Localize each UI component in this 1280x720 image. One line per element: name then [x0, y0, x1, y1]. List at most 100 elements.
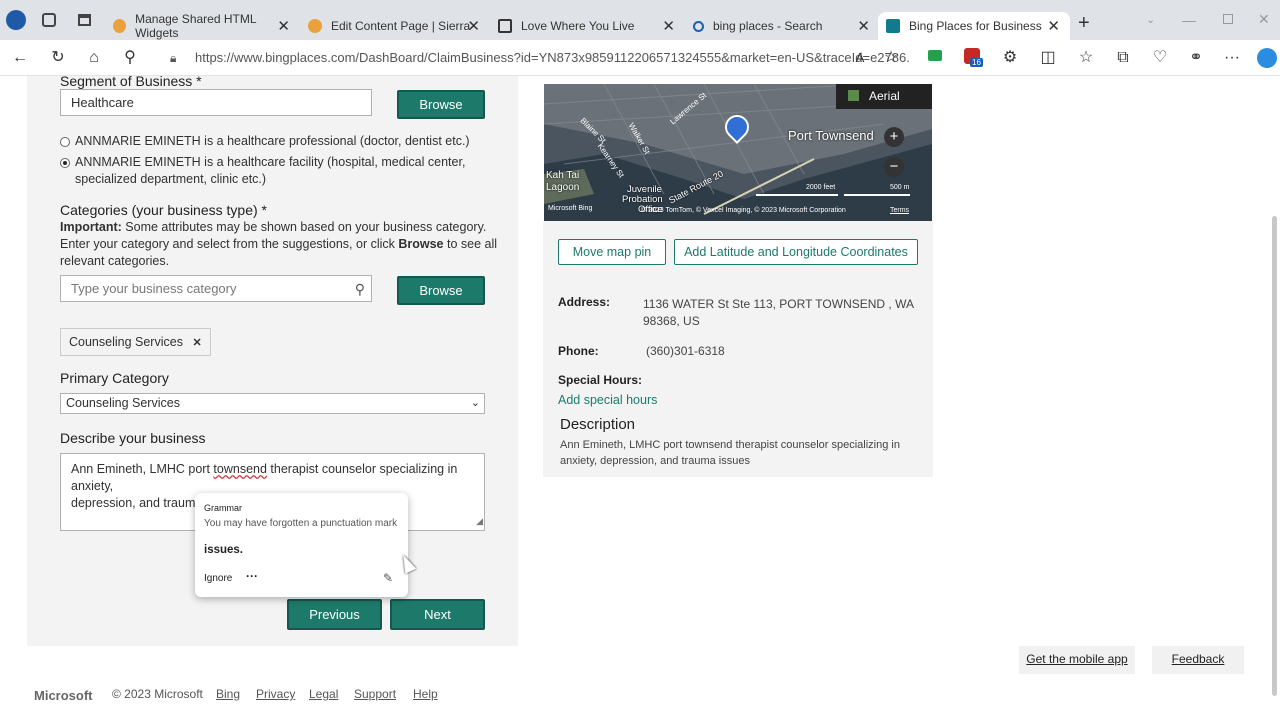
tab-dropdown-icon[interactable]: ⌄: [1146, 13, 1155, 26]
radio-professional[interactable]: [60, 137, 70, 147]
important-text: to see all: [443, 237, 498, 251]
copilot-icon[interactable]: [1257, 48, 1277, 68]
tab-title: Manage Shared HTML Widgets: [135, 12, 257, 40]
misspelled-word: townsend: [213, 462, 267, 476]
scale-feet: 2000 feet: [806, 184, 836, 191]
grammar-ignore-button[interactable]: Ignore: [204, 573, 232, 584]
map-copyright: © 2023 TomTom, © Vexcel Imaging, © 2023 …: [641, 207, 846, 214]
split-screen-icon[interactable]: ◫: [1038, 48, 1058, 68]
tab-title: Love Where You Live: [521, 19, 635, 33]
address-toolbar: ← ↻ ⌂ ⚲ 🔒︎ https://www.bingplaces.com/Da…: [0, 40, 1280, 76]
zoom-out-button[interactable]: −: [884, 157, 904, 177]
close-tab-icon[interactable]: ✕: [467, 17, 480, 35]
add-coordinates-button[interactable]: Add Latitude and Longitude Coordinates: [674, 239, 918, 265]
new-tab-icon[interactable]: +: [1078, 12, 1090, 35]
describe-line1: Ann Emineth, LMHC port townsend therapis…: [71, 461, 484, 495]
map-terms-link[interactable]: Terms: [890, 207, 909, 214]
radio-professional-label: ANNMARIE EMINETH is a healthcare profess…: [75, 134, 470, 148]
segment-input[interactable]: Healthcare: [60, 89, 372, 116]
location-map[interactable]: Aerial Port Townsend + − Kah Tai Lagoon …: [544, 84, 932, 221]
remove-tag-icon[interactable]: ✕: [192, 337, 201, 349]
favorite-star-icon[interactable]: ☆: [881, 48, 901, 68]
next-button[interactable]: Next: [390, 599, 485, 630]
close-tab-icon[interactable]: ✕: [1047, 17, 1060, 35]
add-special-hours-link[interactable]: Add special hours: [558, 393, 657, 407]
browser-essentials-icon[interactable]: ♡: [1150, 48, 1170, 68]
more-options-icon[interactable]: ···: [1222, 48, 1242, 68]
profile-avatar[interactable]: [6, 10, 26, 30]
chevron-down-icon: ⌄: [470, 397, 480, 409]
address-label: Address:: [558, 295, 611, 309]
tab-bing-search[interactable]: bing places - Search ✕: [685, 12, 880, 40]
zoom-in-button[interactable]: +: [884, 127, 904, 147]
collections-icon[interactable]: ⧉: [1113, 48, 1133, 68]
read-aloud-icon[interactable]: A: [850, 48, 870, 68]
segment-label: Segment of Business *: [60, 76, 202, 89]
tab-bing-places[interactable]: Bing Places for Business ✕: [878, 12, 1070, 40]
address-line1: 1136 WATER St Ste 113, PORT TOWNSEND , W…: [643, 297, 914, 311]
tab-title: Bing Places for Business: [909, 19, 1042, 33]
resize-handle-icon[interactable]: ◢: [476, 513, 483, 530]
url-text: https://www.bingplaces.com/DashBoard/Cla…: [195, 50, 910, 65]
radio-facility[interactable]: [60, 158, 70, 168]
aerial-icon: [848, 90, 859, 101]
feedback-button[interactable]: Feedback: [1152, 646, 1244, 674]
get-mobile-app-button[interactable]: Get the mobile app: [1019, 646, 1135, 674]
bing-logo: Microsoft Bing: [548, 205, 593, 212]
workspaces-icon[interactable]: [42, 13, 56, 27]
close-window-icon[interactable]: ✕: [1258, 11, 1270, 28]
footer-link-help[interactable]: Help: [413, 687, 438, 701]
extension-badge: 16: [970, 58, 983, 67]
editor-pen-icon[interactable]: ✎: [383, 571, 393, 585]
map-label-lagoon-2: Lagoon: [546, 182, 580, 193]
url-field[interactable]: 🔒︎ https://www.bingplaces.com/DashBoard/…: [160, 44, 910, 72]
map-label-lagoon-1: Kah Tai: [546, 170, 580, 181]
category-tag-label: Counseling Services: [69, 335, 183, 349]
move-map-pin-button[interactable]: Move map pin: [558, 239, 666, 265]
site-footer: Microsoft © 2023 Microsoft Bing Privacy …: [0, 676, 1280, 720]
description-line1: Ann Emineth, LMHC port townsend therapis…: [560, 439, 900, 451]
important-bold: Important:: [60, 220, 122, 234]
grammar-more-icon[interactable]: ···: [246, 569, 258, 583]
page-scrollbar[interactable]: [1272, 216, 1277, 696]
important-text: Enter your category and select from the …: [60, 237, 399, 251]
tab-manage-widgets[interactable]: Manage Shared HTML Widgets ✕: [105, 12, 300, 40]
favorites-icon[interactable]: ☆: [1076, 48, 1096, 68]
page-content: Segment of Business * Healthcare Browse …: [0, 76, 1280, 720]
grammar-suggestion[interactable]: issues.: [204, 544, 243, 556]
category-browse-button[interactable]: Browse: [397, 276, 485, 305]
tab-edit-content[interactable]: Edit Content Page | Sierra Intera ✕: [300, 12, 490, 40]
tab-actions-icon[interactable]: [78, 14, 91, 26]
previous-button[interactable]: Previous: [287, 599, 382, 630]
tab-love-where-you-live[interactable]: Love Where You Live ✕: [490, 12, 685, 40]
footer-link-support[interactable]: Support: [354, 687, 396, 701]
footer-copyright: © 2023 Microsoft: [112, 687, 203, 701]
category-search-input[interactable]: Type your business category ⚲: [60, 275, 372, 302]
minimize-icon[interactable]: —: [1182, 12, 1196, 28]
refresh-icon[interactable]: ↻: [48, 48, 68, 68]
extensions-icon[interactable]: ⚙: [1000, 48, 1020, 68]
footer-link-bing[interactable]: Bing: [216, 687, 240, 701]
search-icon[interactable]: ⚲: [120, 48, 140, 68]
aerial-toggle-button[interactable]: Aerial: [836, 84, 932, 109]
footer-link-privacy[interactable]: Privacy: [256, 687, 295, 701]
primary-category-value: Counseling Services: [66, 396, 180, 410]
browser-tab-bar: Manage Shared HTML Widgets ✕ Edit Conten…: [0, 0, 1280, 40]
segment-browse-button[interactable]: Browse: [397, 90, 485, 119]
close-tab-icon[interactable]: ✕: [857, 17, 870, 35]
primary-category-select[interactable]: Counseling Services ⌄: [60, 393, 485, 414]
footer-link-legal[interactable]: Legal: [309, 687, 338, 701]
maximize-icon[interactable]: [1223, 14, 1233, 24]
share-icon[interactable]: ⚭: [1186, 48, 1206, 68]
close-tab-icon[interactable]: ✕: [277, 17, 290, 35]
categories-note-line1: Important: Some attributes may be shown …: [60, 219, 486, 236]
sierra-favicon-icon: [308, 19, 322, 33]
browse-bold: Browse: [398, 237, 444, 251]
home-icon[interactable]: ⌂: [84, 48, 104, 68]
close-tab-icon[interactable]: ✕: [662, 17, 675, 35]
description-heading: Description: [560, 416, 636, 433]
back-icon[interactable]: ←: [10, 48, 30, 68]
grammar-suggestion-popup: Grammar You may have forgotten a punctua…: [195, 493, 408, 597]
describe-text: depression, and trauma: [71, 496, 206, 510]
extension-green-icon[interactable]: [928, 50, 942, 61]
